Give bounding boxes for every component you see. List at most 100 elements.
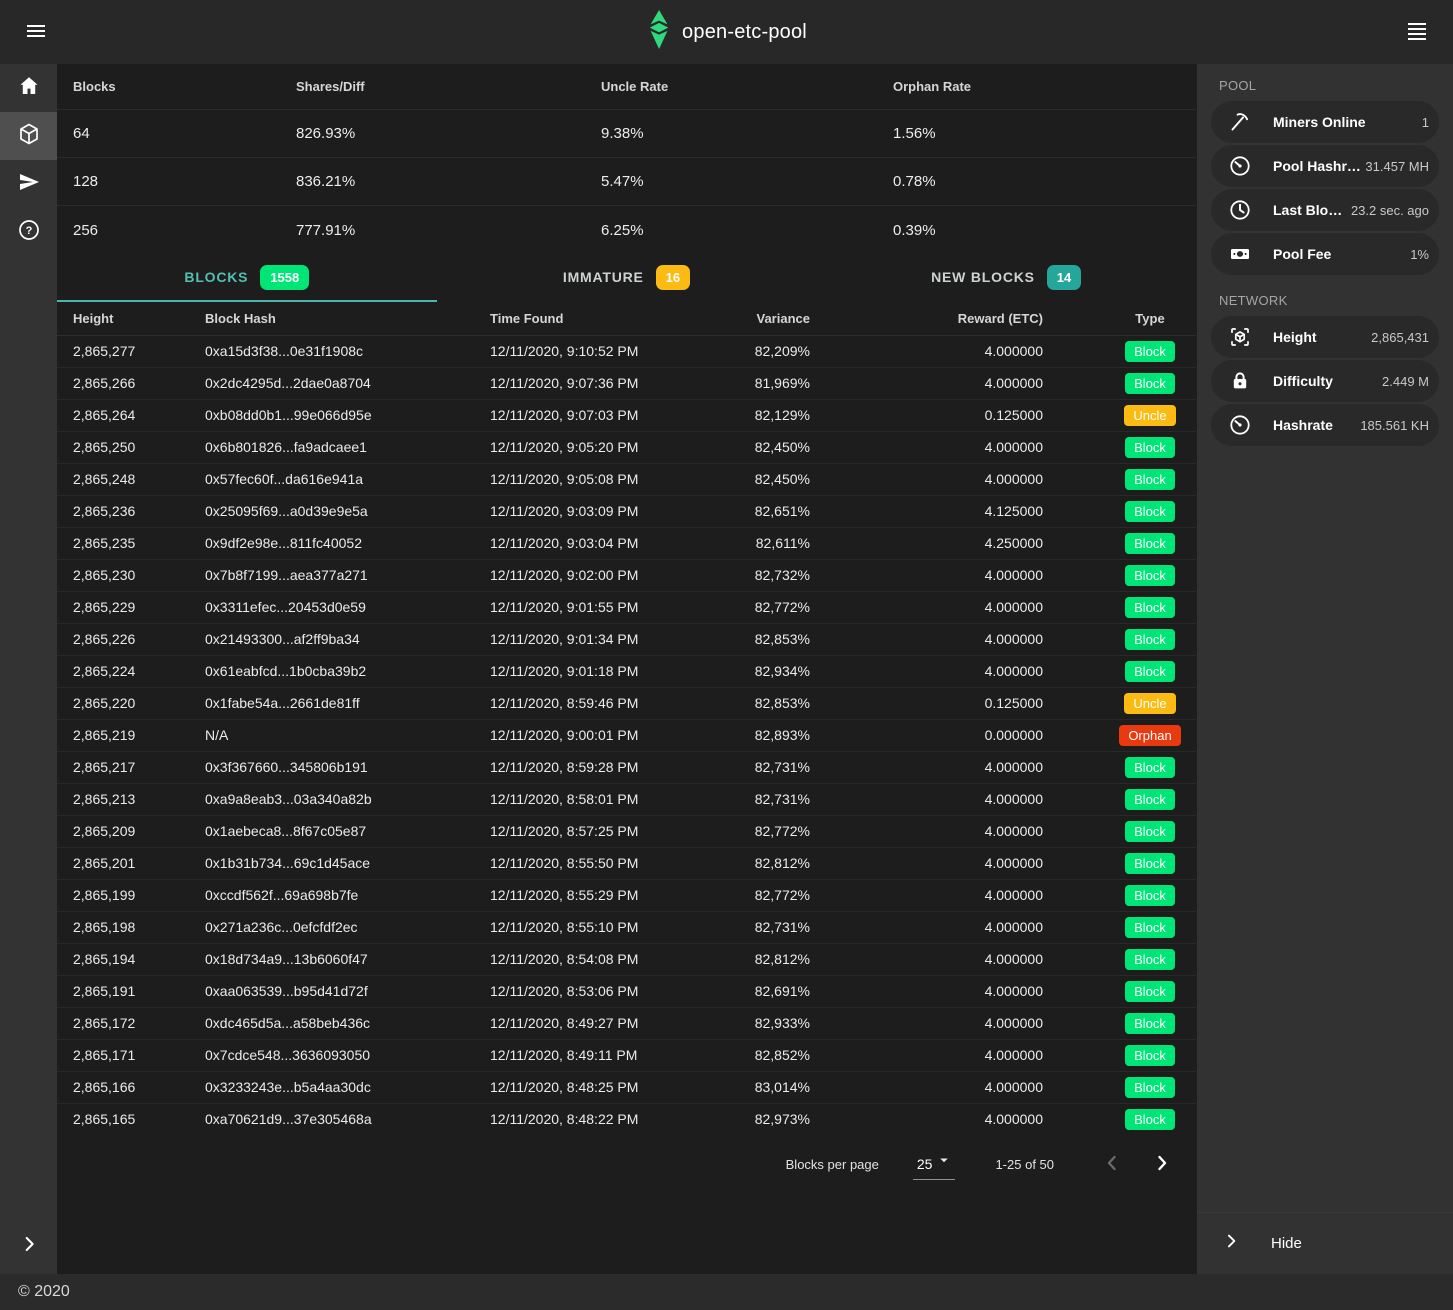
topbar: open-etc-pool — [0, 0, 1453, 64]
etc-logo-icon — [646, 10, 671, 54]
cell-variance: 82,731% — [720, 751, 815, 783]
home-icon — [17, 74, 41, 103]
cell-type: Uncle — [1048, 399, 1196, 431]
sidebar-item-send[interactable] — [0, 160, 57, 208]
sidebar-item-help[interactable]: ? — [0, 208, 57, 256]
cell-time-found: 12/11/2020, 8:48:25 PM — [490, 1071, 720, 1103]
menu-icon — [24, 19, 48, 46]
luck-stats-row: 64826.93% 9.38%1.56% — [57, 110, 1196, 158]
block-row: 2,865,224 0x61eabfcd...1b0cba39b2 12/11/… — [57, 655, 1196, 687]
cell-time-found: 12/11/2020, 9:01:18 PM — [490, 655, 720, 687]
stat-item-difficulty: Difficulty 2.449 M — [1211, 360, 1439, 402]
cell-time-found: 12/11/2020, 8:59:28 PM — [490, 751, 720, 783]
brand: open-etc-pool — [646, 0, 807, 64]
sidebar-expand-button[interactable] — [0, 1218, 57, 1274]
cell-block-hash: 0x7b8f7199...aea377a271 — [205, 559, 490, 591]
cell-reward: 0.000000 — [815, 719, 1048, 751]
type-badge: Block — [1125, 501, 1175, 522]
svg-text:?: ? — [25, 225, 32, 237]
sidebar-item-home[interactable] — [0, 64, 57, 112]
cell-reward: 4.000000 — [815, 655, 1048, 687]
cell-reward: 4.000000 — [815, 847, 1048, 879]
cell-block-hash: 0x57fec60f...da616e941a — [205, 463, 490, 495]
sidebar-item-cube[interactable] — [0, 112, 57, 160]
cell-block-hash: 0xa70621d9...37e305468a — [205, 1103, 490, 1135]
cell-time-found: 12/11/2020, 8:55:10 PM — [490, 911, 720, 943]
cell-height: 2,865,235 — [57, 527, 205, 559]
cell-block-hash: 0x3233243e...b5a4aa30dc — [205, 1071, 490, 1103]
luck-stats-header: Blocks Shares/Diff Uncle Rate Orphan Rat… — [57, 64, 1196, 110]
stat-item-last-block-fo: Last Block Fo… 23.2 sec. ago — [1211, 189, 1439, 231]
cell-time-found: 12/11/2020, 8:48:22 PM — [490, 1103, 720, 1135]
prev-page-button[interactable] — [1100, 1152, 1124, 1176]
cell-height: 2,865,198 — [57, 911, 205, 943]
block-row: 2,865,165 0xa70621d9...37e305468a 12/11/… — [57, 1103, 1196, 1135]
col-height: Height — [57, 302, 205, 335]
block-row: 2,865,171 0x7cdce548...3636093050 12/11/… — [57, 1039, 1196, 1071]
tab-blocks[interactable]: BLOCKS 1558 — [57, 254, 437, 302]
right-menu-button[interactable] — [1395, 10, 1439, 54]
col-orphan-rate: Orphan Rate — [893, 79, 1180, 94]
tab-new-blocks[interactable]: NEW BLOCKS 14 — [816, 254, 1196, 302]
cell-type: Block — [1048, 1007, 1196, 1039]
cell-height: 2,865,266 — [57, 367, 205, 399]
col-reward: Reward (ETC) — [815, 302, 1048, 335]
type-badge: Uncle — [1124, 405, 1175, 426]
block-row: 2,865,194 0x18d734a9...13b6060f47 12/11/… — [57, 943, 1196, 975]
tab-immature[interactable]: IMMATURE 16 — [437, 254, 817, 302]
cell-time-found: 12/11/2020, 9:02:00 PM — [490, 559, 720, 591]
block-row: 2,865,266 0x2dc4295d...2dae0a8704 12/11/… — [57, 367, 1196, 399]
stat-value: 1% — [1408, 247, 1429, 262]
copyright: © 2020 — [18, 1283, 70, 1301]
cell-type: Uncle — [1048, 687, 1196, 719]
col-block-hash: Block Hash — [205, 302, 490, 335]
network-section-title: NETWORK — [1219, 293, 1453, 308]
type-badge: Block — [1125, 981, 1175, 1002]
cell-reward: 4.000000 — [815, 1103, 1048, 1135]
cell-reward: 4.000000 — [815, 335, 1048, 367]
hide-panel-button[interactable]: Hide — [1197, 1212, 1453, 1274]
type-badge: Block — [1125, 341, 1175, 362]
cell-variance: 82,772% — [720, 879, 815, 911]
type-badge: Block — [1125, 533, 1175, 554]
cell-height: 2,865,226 — [57, 623, 205, 655]
cell-height: 2,865,250 — [57, 431, 205, 463]
page-range: 1-25 of 50 — [995, 1157, 1054, 1172]
cell-variance: 82,731% — [720, 911, 815, 943]
cell-variance: 82,772% — [720, 815, 815, 847]
cell-height: 2,865,166 — [57, 1071, 205, 1103]
type-badge: Block — [1125, 373, 1175, 394]
stat-label: Height — [1273, 329, 1317, 345]
block-row: 2,865,230 0x7b8f7199...aea377a271 12/11/… — [57, 559, 1196, 591]
cell-time-found: 12/11/2020, 8:55:29 PM — [490, 879, 720, 911]
cell-variance: 82,611% — [720, 527, 815, 559]
cell-block-hash: 0x61eabfcd...1b0cba39b2 — [205, 655, 490, 687]
cell-block-hash: 0xa15d3f38...0e31f1908c — [205, 335, 490, 367]
cell-reward: 4.000000 — [815, 1071, 1048, 1103]
stat-item-height: Height 2,865,431 — [1211, 316, 1439, 358]
clock-icon — [1228, 198, 1252, 222]
reorder-icon — [1405, 19, 1429, 46]
cell-type: Block — [1048, 559, 1196, 591]
per-page-select[interactable]: 25 — [913, 1149, 956, 1180]
cell-time-found: 12/11/2020, 9:03:09 PM — [490, 495, 720, 527]
type-badge: Block — [1125, 821, 1175, 842]
send-icon — [17, 170, 41, 199]
cell-type: Orphan — [1048, 719, 1196, 751]
cell-block-hash: 0xb08dd0b1...99e066d95e — [205, 399, 490, 431]
block-row: 2,865,229 0x3311efec...20453d0e59 12/11/… — [57, 591, 1196, 623]
next-page-button[interactable] — [1150, 1152, 1174, 1176]
cell-height: 2,865,230 — [57, 559, 205, 591]
cell-type: Block — [1048, 431, 1196, 463]
menu-button[interactable] — [14, 10, 58, 54]
lock-icon — [1228, 369, 1252, 393]
cell-reward: 4.000000 — [815, 815, 1048, 847]
cell-block-hash: 0x2dc4295d...2dae0a8704 — [205, 367, 490, 399]
cell-type: Block — [1048, 975, 1196, 1007]
block-row: 2,865,199 0xccdf562f...69a698b7fe 12/11/… — [57, 879, 1196, 911]
col-shares-diff: Shares/Diff — [296, 79, 601, 94]
cell-type: Block — [1048, 847, 1196, 879]
cell-block-hash: 0xaa063539...b95d41d72f — [205, 975, 490, 1007]
cell-variance: 82,732% — [720, 559, 815, 591]
cell-type: Block — [1048, 655, 1196, 687]
